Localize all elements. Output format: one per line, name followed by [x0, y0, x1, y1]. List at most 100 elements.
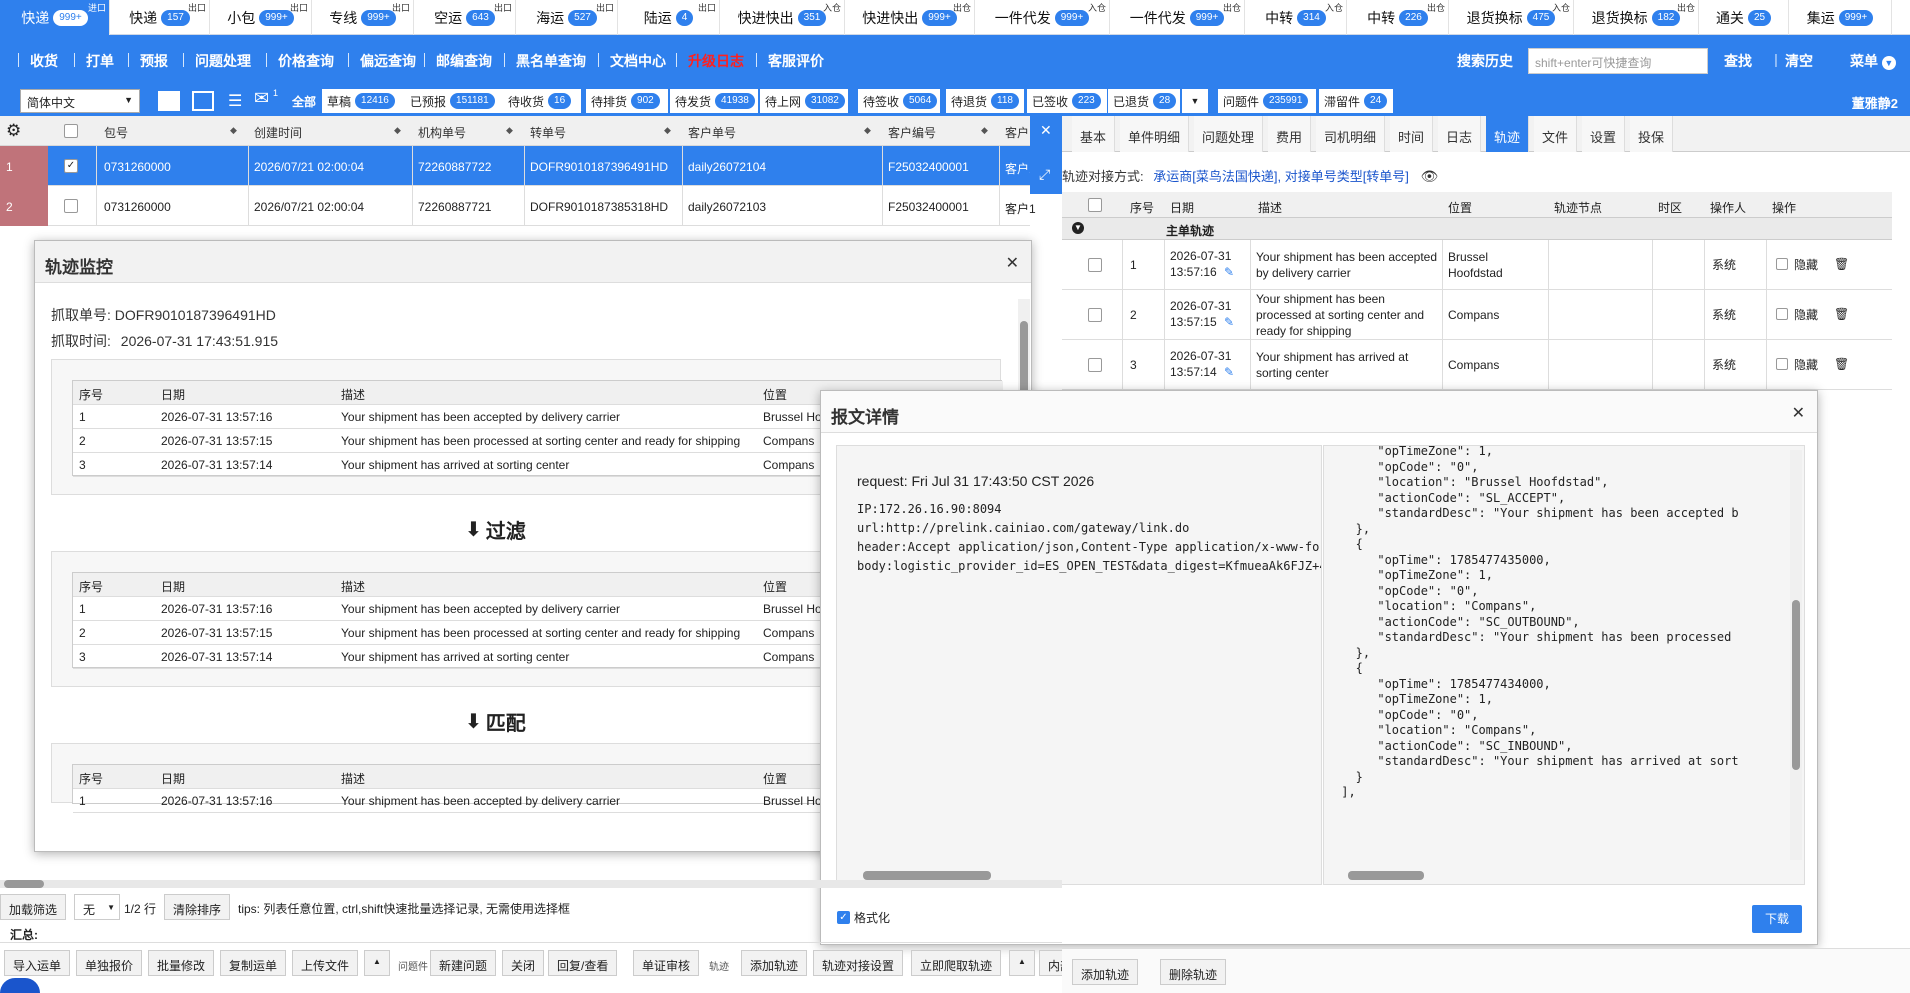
trash-icon[interactable]: 🗑 — [1834, 256, 1849, 272]
detail-tab[interactable]: 文件 — [1534, 116, 1578, 152]
track-row[interactable]: 1 2026-07-31 13:57:16 ✎ Your shipment has be… — [1062, 240, 1892, 290]
module-tab[interactable]: 退货换标 475 入仓 — [1449, 0, 1574, 35]
column-header[interactable]: 创建时间 — [254, 124, 302, 141]
module-tab[interactable]: 海运 527 出口 — [516, 0, 618, 35]
toolbar-button[interactable]: 批量修改 — [148, 950, 215, 976]
detail-tab[interactable]: 时间 — [1390, 116, 1434, 152]
track-row[interactable]: 2 2026-07-31 13:57:15 ✎ Your shipment has be… — [1062, 290, 1892, 340]
toolbar-button[interactable]: 复制运单 — [220, 950, 287, 976]
menu-item[interactable]: 升级日志 — [688, 51, 744, 71]
sort-icon[interactable]: ◆ — [230, 125, 237, 136]
connect-info-link[interactable]: 承运商[菜鸟法国快递], 对接单号类型[转单号] — [1153, 169, 1409, 184]
module-tab[interactable]: 集运 999+ — [1789, 0, 1892, 35]
column-header[interactable]: 转单号 — [530, 124, 566, 141]
module-tab[interactable]: 中转 314 入仓 — [1245, 0, 1347, 35]
module-tab[interactable]: 中转 226 出仓 — [1347, 0, 1449, 35]
select-all-checkbox[interactable] — [64, 124, 78, 138]
detail-tab[interactable]: 设置 — [1582, 116, 1626, 152]
menu-item[interactable]: 价格查询 — [278, 51, 334, 71]
list-icon[interactable]: ☰ — [228, 91, 250, 111]
hide-checkbox[interactable] — [1776, 308, 1788, 320]
edit-icon[interactable]: ✎ — [1224, 364, 1234, 380]
gear-icon[interactable]: ⚙ — [6, 121, 21, 141]
sort-icon[interactable]: ◆ — [506, 125, 513, 136]
detail-tab[interactable]: 基本 — [1072, 116, 1116, 152]
module-tab[interactable]: 一件代发 999+ 入仓 — [975, 0, 1110, 35]
module-tab[interactable]: 快递 157 出口 — [110, 0, 210, 35]
column-header[interactable]: 客户编号 — [888, 124, 936, 141]
edit-icon[interactable]: ✎ — [1224, 264, 1234, 280]
edit-icon[interactable]: ✎ — [1224, 314, 1234, 330]
collapse-icon[interactable]: ▼ — [1072, 222, 1084, 234]
module-tab[interactable]: 一件代发 999+ 出仓 — [1110, 0, 1245, 35]
module-tab[interactable]: 快进快出 351 入仓 — [720, 0, 845, 35]
find-button[interactable]: 查找 — [1724, 51, 1752, 71]
load-filter-button[interactable]: 加载筛选 — [0, 894, 67, 920]
sort-icon[interactable]: ◆ — [981, 125, 988, 136]
h-scrollbar[interactable] — [0, 880, 1062, 888]
module-tab[interactable]: 小包 999+ 出口 — [210, 0, 312, 35]
detail-tab[interactable]: 司机明细 — [1316, 116, 1386, 152]
module-tab[interactable]: 快进快出 999+ 出仓 — [845, 0, 975, 35]
module-tab[interactable]: 快递 999+ 进口 — [0, 0, 110, 35]
help-icon[interactable] — [0, 978, 40, 993]
track-row[interactable]: 3 2026-07-31 13:57:14 ✎ Your shipment has ar… — [1062, 340, 1892, 390]
detail-tab[interactable]: 投保 — [1630, 116, 1674, 152]
column-header[interactable]: 客户 — [1005, 124, 1029, 141]
status-filter[interactable]: 草稿 12416 — [322, 89, 405, 113]
toolbar-button[interactable]: 回复/查看 — [548, 950, 618, 976]
eye-icon[interactable]: 👁 — [1421, 168, 1439, 184]
toolbar-button[interactable]: 新建问题 — [430, 950, 497, 976]
module-tab[interactable]: 空运 643 出口 — [414, 0, 516, 35]
menu-item[interactable]: 黑名单查询 — [516, 51, 586, 71]
module-tab[interactable]: 专线 999+ 出口 — [312, 0, 414, 35]
sort-icon[interactable]: ◆ — [864, 125, 871, 136]
module-tab[interactable]: 通关 25 — [1699, 0, 1789, 35]
filter-select[interactable]: 无 ▼ — [74, 894, 120, 920]
layout-split-icon[interactable] — [158, 91, 180, 111]
mail-icon[interactable]: ✉ 1 — [254, 88, 282, 108]
language-select[interactable]: 简体中文 ▼ — [20, 89, 140, 113]
column-header[interactable]: 机构单号 — [418, 124, 466, 141]
hide-checkbox[interactable] — [1776, 258, 1788, 270]
status-filter[interactable]: 待上网 31082 — [760, 89, 848, 113]
sort-icon[interactable]: ◆ — [664, 125, 671, 136]
clear-button[interactable]: 清空 — [1785, 51, 1813, 71]
status-filter[interactable]: 已退货 28 — [1108, 89, 1180, 113]
detail-tab[interactable]: 轨迹 — [1486, 116, 1530, 152]
close-icon[interactable]: ✕ — [1006, 253, 1019, 273]
toolbar-button[interactable]: 立即爬取轨迹 — [911, 950, 1002, 976]
table-row[interactable]: 1 ✓ 0731260000 2026/07/21 02:00:04 722608877… — [0, 146, 1036, 186]
track-row-checkbox[interactable] — [1088, 258, 1102, 272]
status-filter[interactable]: 待收货 16 — [503, 89, 581, 113]
toolbar-button[interactable]: 添加轨迹 — [741, 950, 808, 976]
menu-item[interactable]: 偏远查询 — [360, 51, 416, 71]
expand-icon[interactable]: ⤢ — [1039, 166, 1050, 183]
caret-up-icon[interactable]: ▲ — [364, 950, 390, 976]
row-checkbox[interactable] — [64, 199, 78, 213]
status-filter[interactable]: 待退货 118 — [946, 89, 1024, 113]
response-hscrollbar[interactable] — [1328, 868, 1788, 882]
toolbar-button[interactable]: 上传文件 — [292, 950, 359, 976]
track-select-all-checkbox[interactable] — [1088, 198, 1102, 212]
detail-tab[interactable]: 单件明细 — [1120, 116, 1190, 152]
hide-checkbox[interactable] — [1776, 358, 1788, 370]
track-row-checkbox[interactable] — [1088, 358, 1102, 372]
add-track-button[interactable]: 添加轨迹 — [1072, 959, 1139, 985]
status-filter[interactable]: 滞留件 24 — [1319, 89, 1393, 113]
trash-icon[interactable]: 🗑 — [1834, 356, 1849, 372]
track-row-checkbox[interactable] — [1088, 308, 1102, 322]
toolbar-button[interactable]: 轨迹对接设置 — [813, 950, 904, 976]
table-row[interactable]: 2 0731260000 2026/07/21 02:00:04 7226088772… — [0, 186, 1036, 226]
close-icon[interactable]: ✕ — [1040, 122, 1052, 139]
menu-item[interactable]: 问题处理 — [195, 51, 251, 71]
status-filter[interactable]: 问题件 235991 — [1218, 89, 1316, 113]
search-history-button[interactable]: 搜索历史 — [1457, 51, 1513, 71]
layout-full-icon[interactable] — [192, 91, 214, 111]
current-user[interactable]: 董雅静2 — [1852, 93, 1898, 112]
menu-item[interactable]: 预报 — [140, 51, 168, 71]
menu-item[interactable]: 打单 — [86, 51, 114, 71]
menu-item[interactable]: 客服评价 — [768, 51, 824, 71]
menu-item[interactable]: 文档中心 — [610, 51, 666, 71]
status-more-dropdown[interactable]: ▼ — [1182, 89, 1208, 113]
